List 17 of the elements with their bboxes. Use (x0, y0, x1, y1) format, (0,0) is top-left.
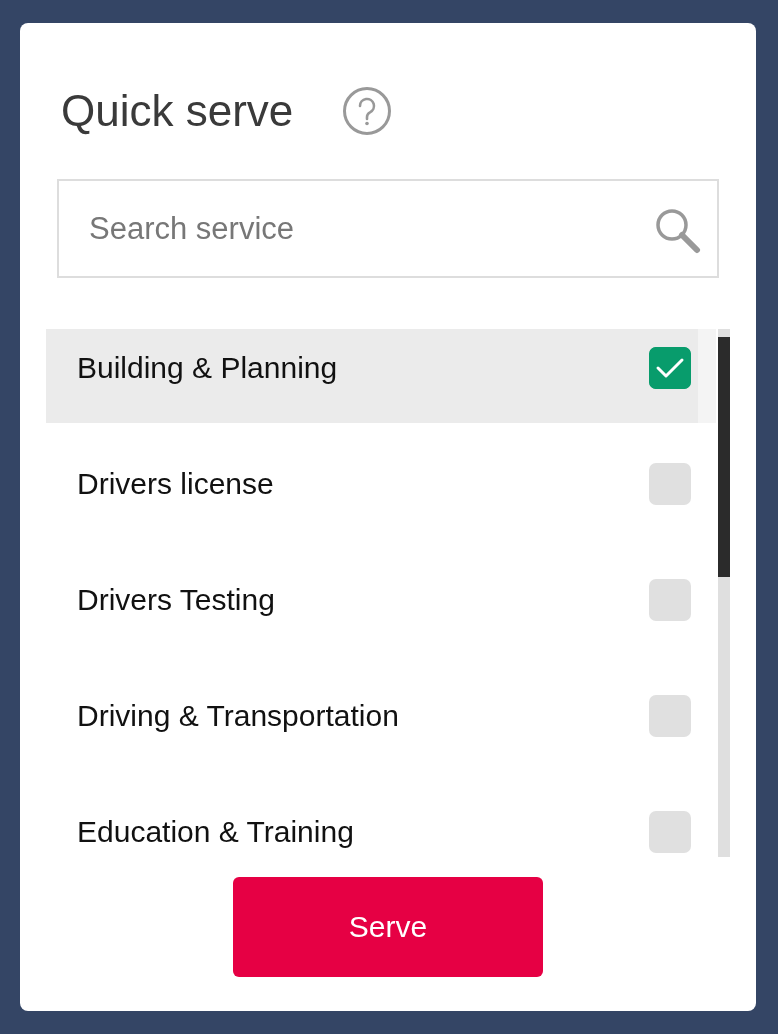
service-item[interactable]: Drivers Testing (46, 561, 716, 655)
checkbox[interactable] (649, 463, 691, 505)
service-item[interactable]: Drivers license (46, 445, 716, 539)
checkbox-checked-icon[interactable] (649, 347, 691, 389)
service-item[interactable]: Driving & Transportation (46, 677, 716, 771)
dialog-title: Quick serve (61, 85, 294, 137)
service-item[interactable]: Building & Planning (46, 329, 716, 423)
scrollbar-track[interactable] (718, 329, 730, 857)
checkbox[interactable] (649, 811, 691, 853)
scrollbar-thumb[interactable] (718, 337, 730, 577)
checkbox[interactable] (649, 695, 691, 737)
search-icon[interactable] (655, 208, 701, 254)
service-item[interactable]: Education & Training (46, 793, 716, 857)
search-field[interactable]: Search service (57, 179, 719, 278)
serve-button[interactable]: Serve (233, 877, 543, 977)
checkbox[interactable] (649, 579, 691, 621)
help-icon[interactable] (343, 87, 392, 135)
